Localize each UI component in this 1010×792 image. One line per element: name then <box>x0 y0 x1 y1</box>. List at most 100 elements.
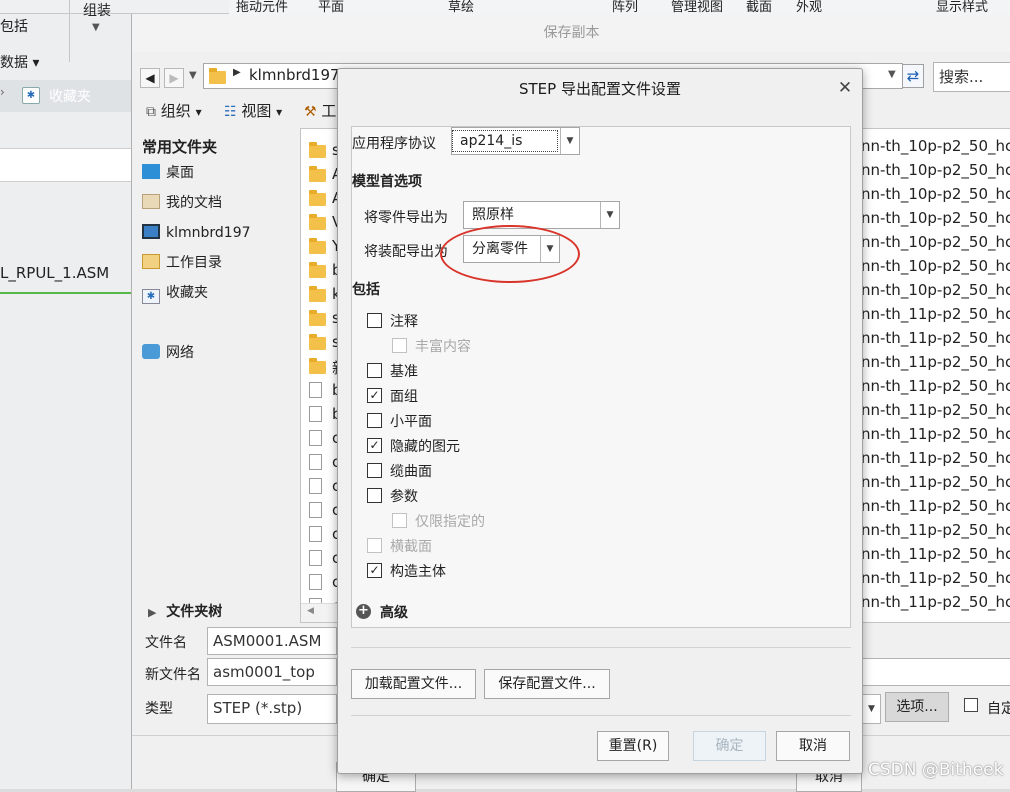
organize-icon: ⧉ <box>146 104 156 120</box>
chevron-down-icon[interactable]: ▼ <box>540 236 559 262</box>
file-name[interactable]: nn-th_10p-p2_50_hc <box>861 230 1010 254</box>
checkbox[interactable]: ✓ <box>367 563 382 578</box>
file-icon <box>309 406 322 422</box>
type-select[interactable]: STEP (*.stp) <box>207 694 337 724</box>
include-label[interactable]: 包括 <box>0 16 28 36</box>
checkbox[interactable]: ✓ <box>367 388 382 403</box>
path-segment[interactable]: klmnbrd197 <box>249 66 340 84</box>
view-menu[interactable]: ☷ 视图 ▾ <box>224 100 282 121</box>
expand-plus-icon[interactable]: + <box>356 604 371 619</box>
file-name[interactable]: nn-th_11p-p2_50_hc <box>861 470 1010 494</box>
checkbox-label[interactable]: 隐藏的图元 <box>390 436 460 456</box>
protocol-value: ap214_is <box>452 130 558 152</box>
scroll-left-icon[interactable]: ◀ <box>307 606 314 616</box>
file-name[interactable]: nn-th_11p-p2_50_hc <box>861 302 1010 326</box>
file-name[interactable]: nn-th_11p-p2_50_hc <box>861 494 1010 518</box>
ribbon-display-style[interactable]: 显示样式 <box>936 0 988 14</box>
checkbox-label[interactable]: 缆曲面 <box>390 461 432 481</box>
checkbox[interactable]: ✓ <box>367 438 382 453</box>
folder-tree-toggle[interactable]: ▶ 文件夹树 <box>148 601 222 621</box>
newname-field[interactable]: asm0001_top <box>207 658 337 686</box>
file-name[interactable]: nn-th_11p-p2_50_hc <box>861 566 1010 590</box>
chevron-right-icon[interactable]: › <box>0 85 5 99</box>
checkbox[interactable] <box>367 313 382 328</box>
save-config-button[interactable]: 保存配置文件... <box>484 669 610 699</box>
file-name[interactable]: nn-th_10p-p2_50_hc <box>861 278 1010 302</box>
app-navbar: › ✱ 收藏夹 <box>0 80 131 112</box>
file-name[interactable]: nn-th_11p-p2_50_hc <box>861 446 1010 470</box>
nav-favorites[interactable]: ✱ 收藏夹 <box>142 281 208 305</box>
newname-field-tail[interactable] <box>863 658 1010 686</box>
path-chevron-icon[interactable]: ▶ <box>233 67 241 78</box>
history-dropdown-icon[interactable]: ▼ <box>189 70 197 81</box>
path-dropdown-icon[interactable]: ▼ <box>888 69 896 80</box>
chevron-down-icon[interactable]: ▼ <box>600 202 619 228</box>
back-arrow-icon[interactable]: ◀ <box>140 68 160 88</box>
file-icon <box>309 502 322 518</box>
checkbox[interactable] <box>367 463 382 478</box>
file-name[interactable]: nn-th_11p-p2_50_hc <box>861 398 1010 422</box>
asm-export-select[interactable]: 分离零件 ▼ <box>463 235 560 263</box>
file-name[interactable]: nn-th_11p-p2_50_hc <box>861 326 1010 350</box>
nav-computer[interactable]: klmnbrd197 <box>142 221 251 245</box>
nav-workdir[interactable]: 工作目录 <box>142 251 222 275</box>
type-dropdown-icon[interactable]: ▼ <box>863 694 881 724</box>
ribbon-appearance[interactable]: 外观 <box>796 0 822 14</box>
refresh-icon[interactable]: ⇄ <box>902 64 924 88</box>
file-name[interactable]: nn-th_10p-p2_50_hc <box>861 134 1010 158</box>
file-name[interactable]: nn-th_10p-p2_50_hc <box>861 158 1010 182</box>
checkbox[interactable] <box>367 488 382 503</box>
checkbox[interactable] <box>367 413 382 428</box>
folder-icon <box>309 262 326 278</box>
filename-field[interactable]: ASM0001.ASM <box>207 627 337 655</box>
ribbon-section[interactable]: 截面 <box>746 0 772 14</box>
checkbox[interactable] <box>367 363 382 378</box>
auto-checkbox[interactable] <box>964 698 978 712</box>
file-name[interactable]: nn-th_11p-p2_50_hc <box>861 518 1010 542</box>
file-name[interactable]: nn-th_10p-p2_50_hc <box>861 254 1010 278</box>
file-name[interactable]: nn-th_10p-p2_50_hc <box>861 182 1010 206</box>
model-tree-item[interactable]: L_RPUL_1.ASM <box>0 264 109 282</box>
file-name[interactable]: nn-th_11p-p2_50_hc <box>861 374 1010 398</box>
checkbox-label[interactable]: 基准 <box>390 361 418 381</box>
step-ok-button[interactable]: 确定 <box>693 731 766 761</box>
file-name[interactable]: nn-th_11p-p2_50_hc <box>861 542 1010 566</box>
reset-button[interactable]: 重置(R) <box>597 731 669 761</box>
checkbox-label[interactable]: 小平面 <box>390 411 432 431</box>
file-name[interactable]: nn-th_10p-p2_50_hc <box>861 206 1010 230</box>
ribbon-pattern[interactable]: 阵列 <box>612 0 638 14</box>
assemble-button[interactable]: 组装 <box>83 0 111 20</box>
nav-documents[interactable]: 我的文档 <box>142 191 222 215</box>
favorites-label[interactable]: 收藏夹 <box>49 86 91 106</box>
ribbon-sketch[interactable]: 草绘 <box>448 0 474 14</box>
step-divider <box>351 647 851 648</box>
protocol-select[interactable]: ap214_is ▼ <box>451 127 580 155</box>
step-cancel-button[interactable]: 取消 <box>776 731 850 761</box>
organize-menu[interactable]: ⧉ 组织 ▾ <box>146 100 202 121</box>
checkbox-label[interactable]: 参数 <box>390 486 418 506</box>
assemble-dropdown-icon[interactable]: ▼ <box>92 22 100 33</box>
data-menu[interactable]: 数据 ▾ <box>0 52 39 72</box>
checkbox-label[interactable]: 注释 <box>390 311 418 331</box>
options-button[interactable]: 选项... <box>885 692 949 722</box>
nav-network[interactable]: 网络 <box>142 341 194 365</box>
forward-arrow-icon[interactable]: ▶ <box>164 68 184 88</box>
ribbon-drag-component[interactable]: 拖动元件 <box>236 0 288 14</box>
file-name[interactable]: nn-th_11p-p2_50_hc <box>861 350 1010 374</box>
tools-menu[interactable]: ⚒ 工 <box>304 100 336 121</box>
load-config-button[interactable]: 加载配置文件... <box>351 669 476 699</box>
nav-desktop[interactable]: 桌面 <box>142 161 194 185</box>
app-search-strip[interactable] <box>0 148 131 182</box>
chevron-down-icon[interactable]: ▼ <box>560 128 579 154</box>
file-name[interactable]: nn-th_11p-p2_50_hc <box>861 590 1010 614</box>
part-export-select[interactable]: 照原样 ▼ <box>463 201 620 229</box>
file-name[interactable]: nn-th_11p-p2_50_hc <box>861 422 1010 446</box>
close-icon[interactable]: ✕ <box>834 77 856 99</box>
search-input[interactable]: 搜索... <box>933 62 1010 92</box>
ribbon-plane[interactable]: 平面 <box>318 0 344 14</box>
file-icon <box>309 382 322 398</box>
horizontal-scrollbar[interactable]: ◀ <box>301 603 341 622</box>
checkbox-label[interactable]: 面组 <box>390 386 418 406</box>
ribbon-manage-views[interactable]: 管理视图 <box>671 0 723 14</box>
checkbox-label[interactable]: 构造主体 <box>390 561 446 581</box>
